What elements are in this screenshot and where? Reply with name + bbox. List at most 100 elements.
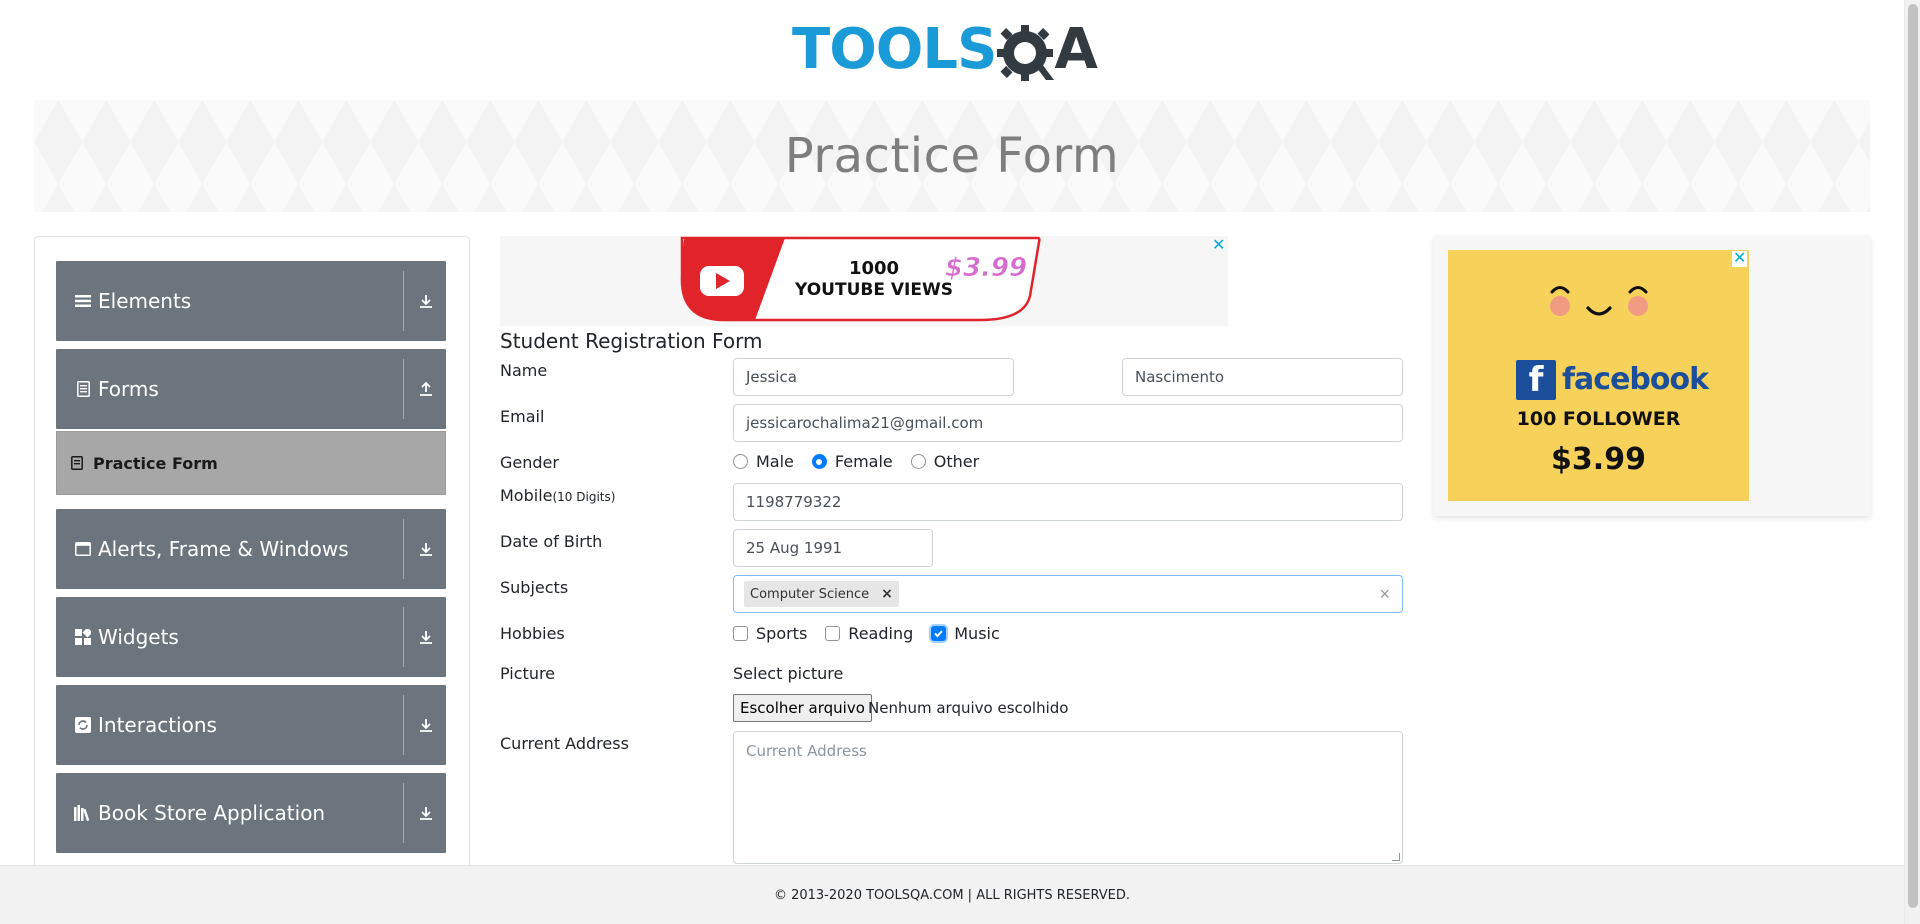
sidebar-group-alerts[interactable]: Alerts, Frame & Windows: [56, 509, 446, 589]
smiley-face-icon: [1550, 286, 1648, 316]
ad-line2: YOUTUBE VIEWS: [794, 280, 953, 300]
youtube-views-ad-graphic: 1000 YOUTUBE VIEWS $3.99: [680, 236, 1041, 322]
ad-banner-top[interactable]: 1000 YOUTUBE VIEWS $3.99 ✕: [500, 236, 1228, 326]
sidebar: Elements Forms Practice Form Alerts, Fra…: [34, 236, 470, 876]
radio-other[interactable]: [910, 454, 926, 469]
resize-grip-icon[interactable]: [1392, 853, 1400, 861]
ad-follower-text: 100 FOLLOWER: [1516, 408, 1681, 430]
radio-label-female: Female: [834, 452, 893, 471]
gender-radio-group: Male Female Other: [733, 452, 997, 471]
checkbox-label-reading: Reading: [848, 624, 914, 643]
sidebar-group-book-store[interactable]: Book Store Application: [56, 773, 446, 853]
hobby-option-sports[interactable]: Sports: [733, 624, 807, 643]
sidebar-group-label: Elements: [98, 289, 192, 313]
file-status-text: Nenhum arquivo escolhido: [868, 699, 1069, 717]
label-picture: Picture: [500, 664, 556, 683]
gender-option-female[interactable]: Female: [811, 452, 893, 471]
sidebar-group-label: Book Store Application: [98, 801, 326, 825]
date-of-birth-input[interactable]: 25 Aug 1991: [733, 529, 933, 567]
download-arrow-icon[interactable]: [414, 625, 438, 649]
books-icon: [74, 804, 92, 822]
footer: © 2013-2020 TOOLSQA.COM | ALL RIGHTS RES…: [0, 865, 1904, 924]
logo-text-tools: TOOLS: [792, 17, 997, 83]
facebook-wordmark: facebook: [1562, 362, 1709, 397]
scrollbar-thumb[interactable]: [1908, 4, 1918, 908]
page-banner: Practice Form: [34, 100, 1870, 212]
last-name-input[interactable]: Nascimento: [1122, 358, 1403, 396]
divider: [403, 271, 404, 331]
divider: [403, 695, 404, 755]
clear-subjects-icon[interactable]: ×: [1379, 584, 1390, 605]
label-mobile-text: Mobile: [500, 486, 553, 505]
ad-line1: 1000: [849, 258, 899, 279]
ad-sidebar-right: f facebook 100 FOLLOWER $3.99 ✕: [1434, 236, 1870, 516]
label-name: Name: [500, 361, 548, 380]
page-scrollbar[interactable]: [1904, 0, 1920, 924]
subject-chip-label: Computer Science: [750, 586, 870, 602]
hobby-option-reading[interactable]: Reading: [825, 624, 913, 643]
mobile-input[interactable]: 1198779322: [733, 483, 1403, 521]
logo-text-a: A: [1054, 17, 1097, 83]
checkmark-icon: [934, 630, 943, 638]
form-title: Student Registration Form: [500, 329, 763, 353]
subject-chip: Computer Science ×: [744, 581, 899, 607]
window-icon: [74, 540, 92, 558]
radio-label-other: Other: [933, 452, 980, 471]
label-subjects: Subjects: [500, 578, 569, 597]
checkbox-label-music: Music: [954, 624, 1000, 643]
sidebar-group-label: Forms: [98, 377, 159, 401]
ad-close-icon[interactable]: ✕: [1212, 238, 1225, 254]
download-arrow-icon[interactable]: [414, 713, 438, 737]
gender-option-other[interactable]: Other: [910, 452, 980, 471]
radio-female[interactable]: [811, 454, 827, 469]
widgets-icon: [74, 628, 92, 646]
subjects-input[interactable]: Computer Science × ×: [733, 575, 1403, 613]
menu-icon: [74, 292, 92, 310]
sidebar-group-interactions[interactable]: Interactions: [56, 685, 446, 765]
label-mobile: Mobile(10 Digits): [500, 486, 615, 505]
gender-option-male[interactable]: Male: [733, 452, 794, 471]
radio-male[interactable]: [733, 454, 748, 469]
divider: [403, 783, 404, 843]
page-title: Practice Form: [784, 128, 1120, 184]
download-arrow-icon[interactable]: [414, 537, 438, 561]
label-dob: Date of Birth: [500, 532, 603, 551]
subject-remove-icon[interactable]: ×: [881, 586, 893, 602]
form-icon: [71, 456, 85, 470]
document-icon: [74, 380, 92, 398]
facebook-logo-icon: f: [1516, 360, 1556, 400]
divider: [403, 607, 404, 667]
checkbox-reading[interactable]: [825, 626, 841, 641]
label-current-address: Current Address: [500, 734, 629, 753]
radio-label-male: Male: [756, 452, 794, 471]
checkbox-sports[interactable]: [733, 626, 748, 641]
current-address-textarea[interactable]: Current Address: [733, 731, 1403, 864]
choose-file-button[interactable]: Escolher arquivo: [733, 694, 872, 722]
checkbox-music[interactable]: [931, 626, 947, 641]
address-placeholder: Current Address: [746, 742, 867, 760]
ad-price: $3.99: [945, 253, 1027, 283]
sidebar-group-widgets[interactable]: Widgets: [56, 597, 446, 677]
sidebar-item-practice-form[interactable]: Practice Form: [56, 431, 446, 495]
sidebar-group-elements[interactable]: Elements: [56, 261, 446, 341]
upload-arrow-icon[interactable]: [414, 377, 438, 401]
interactions-icon: [74, 716, 92, 734]
download-arrow-icon[interactable]: [414, 801, 438, 825]
download-arrow-icon[interactable]: [414, 289, 438, 313]
label-hobbies: Hobbies: [500, 624, 565, 643]
first-name-input[interactable]: Jessica: [733, 358, 1014, 396]
checkbox-label-sports: Sports: [756, 624, 808, 643]
ad-close-icon[interactable]: ✕: [1732, 251, 1748, 267]
sidebar-group-label: Alerts, Frame & Windows: [98, 537, 349, 561]
hobby-option-music[interactable]: Music: [931, 624, 1000, 643]
divider: [403, 359, 404, 419]
sidebar-group-forms[interactable]: Forms: [56, 349, 446, 429]
facebook-follower-ad[interactable]: f facebook 100 FOLLOWER $3.99 ✕: [1448, 250, 1749, 501]
toolsqa-logo[interactable]: TOOLS A: [792, 14, 1114, 92]
sidebar-group-label: Interactions: [98, 713, 217, 737]
email-input[interactable]: jessicarochalima21@gmail.com: [733, 404, 1403, 442]
copyright-text: © 2013-2020 TOOLSQA.COM | ALL RIGHTS RES…: [773, 887, 1131, 903]
label-mobile-hint: (10 Digits): [552, 490, 616, 504]
sidebar-group-label: Widgets: [98, 625, 179, 649]
sidebar-item-label: Practice Form: [93, 453, 218, 473]
